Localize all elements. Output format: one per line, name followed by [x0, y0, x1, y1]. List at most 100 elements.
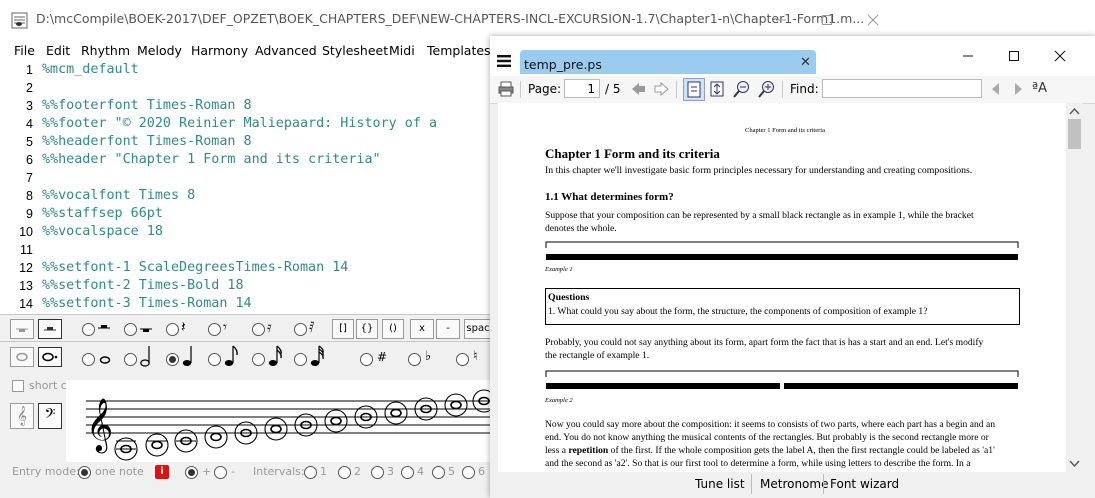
info-badge[interactable]: i: [155, 465, 169, 479]
note-dotted-button[interactable]: [38, 347, 62, 367]
zoom-out-icon[interactable]: [733, 80, 751, 98]
metronome-tab[interactable]: Metronome: [760, 477, 828, 491]
find-previous-icon[interactable]: [990, 82, 1002, 96]
font-wizard-tab[interactable]: Font wizard: [830, 477, 899, 491]
rest-radio-1[interactable]: [82, 323, 95, 336]
menu-melody[interactable]: Melody: [137, 43, 182, 58]
interval-radio-2[interactable]: [338, 466, 351, 479]
note-radio-6[interactable]: [294, 353, 307, 366]
note-radio-2[interactable]: [124, 353, 137, 366]
hamburger-menu-icon[interactable]: [497, 55, 511, 67]
line-number: 12: [19, 261, 33, 275]
rest-radio-3[interactable]: [166, 323, 179, 336]
questions-title: Questions: [548, 292, 590, 303]
text-run: of the first. If the whole composition g…: [608, 445, 995, 456]
viewer-titlebar: temp_pre.ps ✕: [490, 36, 1095, 76]
close-button[interactable]: [850, 0, 896, 40]
brackets-button[interactable]: []: [332, 319, 354, 339]
plus-radio[interactable]: [185, 466, 198, 479]
fit-width-button[interactable]: [683, 78, 705, 101]
line-number: 1: [26, 63, 33, 77]
zoom-in-icon[interactable]: [758, 80, 776, 98]
sharp-radio[interactable]: [360, 353, 373, 366]
space-button[interactable]: spac: [464, 319, 492, 339]
page-number-input[interactable]: 1: [564, 79, 600, 98]
parens-button[interactable]: (): [382, 319, 404, 339]
tune-list-tab[interactable]: Tune list: [695, 477, 745, 491]
note-radio-5[interactable]: [252, 353, 265, 366]
previous-page-icon[interactable]: [630, 81, 646, 97]
find-label: Find:: [790, 82, 819, 96]
interval-radio-1[interactable]: [304, 466, 317, 479]
print-icon[interactable]: [498, 81, 514, 97]
menu-stylesheet[interactable]: Stylesheet: [322, 43, 388, 58]
rest-half-button[interactable]: [38, 319, 62, 339]
maximize-icon: [1009, 51, 1019, 61]
bass-clef-button[interactable]: 𝄢: [38, 403, 62, 429]
paragraph-line: Suppose that your composition can be rep…: [545, 210, 974, 221]
scroll-up-icon[interactable]: [1069, 107, 1080, 115]
menu-edit[interactable]: Edit: [46, 43, 70, 58]
braces-button[interactable]: {}: [356, 319, 378, 339]
flat-icon: ♭: [425, 349, 432, 364]
note-radio-1[interactable]: [82, 353, 95, 366]
find-input[interactable]: [822, 79, 982, 98]
rest-radio-4[interactable]: [208, 323, 221, 336]
interval-radio-5[interactable]: [432, 466, 445, 479]
scrollbar-thumb[interactable]: [1068, 119, 1081, 149]
chapter-title: Chapter 1 Form and its criteria: [545, 146, 720, 161]
rest-radio-6[interactable]: [294, 323, 307, 336]
rest-radio-5[interactable]: [252, 323, 265, 336]
note-radio-4[interactable]: [208, 353, 221, 366]
emphasis-repetition: repetition: [568, 445, 609, 456]
code-line: %%vocalfont Times 8: [42, 188, 196, 203]
viewer-close-button[interactable]: [1037, 36, 1083, 76]
viewer-maximize-button[interactable]: [991, 36, 1037, 76]
natural-radio[interactable]: [456, 353, 469, 366]
treble-clef-button[interactable]: 𝄞: [10, 403, 34, 429]
menu-harmony[interactable]: Harmony: [191, 43, 248, 58]
note-whole-button[interactable]: [10, 347, 34, 367]
one-note-radio[interactable]: [78, 466, 91, 479]
example2-caption: Example 2: [545, 397, 573, 404]
menu-file[interactable]: File: [14, 43, 35, 58]
interval-label: 5: [448, 465, 455, 478]
vertical-scrollbar[interactable]: [1066, 103, 1083, 472]
scroll-down-icon[interactable]: [1069, 460, 1080, 468]
rest-whole-button[interactable]: [10, 319, 34, 339]
code-editor[interactable]: 1 %mcm_default 2 3 %%footerfont Times-Ro…: [0, 61, 490, 314]
minimize-button[interactable]: [758, 0, 804, 40]
bottom-tab-bar: Tune list Metronome Font wizard: [685, 472, 1095, 496]
line-number: 5: [26, 135, 33, 149]
rest-radio-2[interactable]: [124, 323, 137, 336]
menu-templates[interactable]: Templates: [427, 43, 491, 58]
tab-close-icon[interactable]: ✕: [800, 55, 811, 70]
line-number: 9: [26, 207, 33, 221]
find-next-icon[interactable]: [1012, 82, 1024, 96]
next-page-icon[interactable]: [654, 81, 670, 97]
page-total: / 5: [605, 82, 621, 96]
viewer-minimize-button[interactable]: [945, 36, 991, 76]
text-run: less a: [545, 445, 569, 456]
menu-midi[interactable]: Midi: [389, 43, 415, 58]
example1-caption: Example 1: [545, 266, 573, 273]
x-button[interactable]: x: [410, 319, 434, 339]
flat-radio[interactable]: [408, 353, 421, 366]
interval-radio-6[interactable]: [462, 466, 475, 479]
interval-radio-3[interactable]: [371, 466, 384, 479]
document-page: Chapter 1 Form and its criteria Chapter …: [498, 103, 1066, 472]
interval-radio-4[interactable]: [401, 466, 414, 479]
app-icon: [11, 12, 28, 29]
match-case-icon[interactable]: ªA: [1032, 81, 1047, 96]
short-cuts-checkbox[interactable]: [12, 380, 24, 392]
note-radio-3[interactable]: [166, 353, 179, 366]
minus-radio[interactable]: [214, 466, 227, 479]
maximize-button[interactable]: [804, 0, 850, 40]
example1-figure: [545, 241, 1019, 260]
menu-advanced[interactable]: Advanced: [255, 43, 317, 58]
intervals-label: Intervals:: [253, 465, 305, 478]
menu-rhythm[interactable]: Rhythm: [81, 43, 130, 58]
fit-page-icon[interactable]: [708, 80, 726, 98]
note-input-staff[interactable]: 𝄞: [66, 380, 496, 462]
dash-button[interactable]: -: [436, 319, 460, 339]
